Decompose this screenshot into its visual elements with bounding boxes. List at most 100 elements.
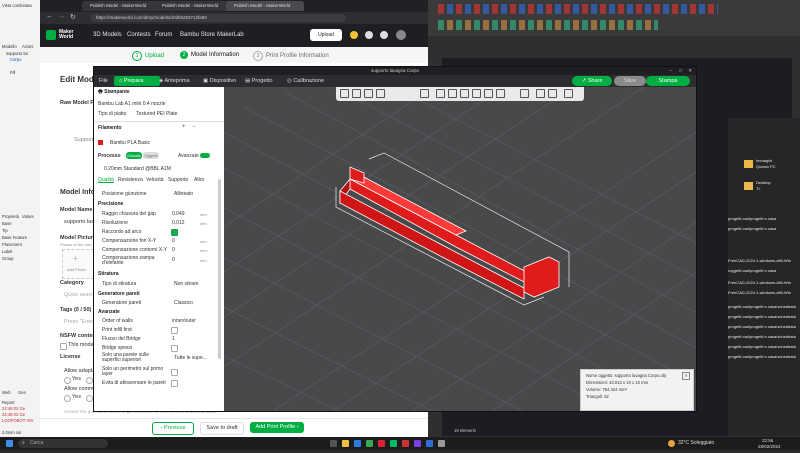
printer-select[interactable]: Bambu Lab A1 mini 0.4 nozzle [98, 101, 166, 107]
weather-icon[interactable] [668, 440, 675, 447]
single-wall-top-select[interactable]: Tutte le supe... [174, 355, 207, 361]
explorer-item[interactable]: progetti cad/progetti e.casa/scheddata [728, 354, 800, 362]
tab-preview[interactable]: ◈ Anteprima [154, 76, 195, 86]
forward-icon[interactable]: → [58, 13, 65, 20]
slice-button[interactable]: Slice [614, 76, 646, 86]
ironing-type-select[interactable]: Non stirare [174, 281, 198, 287]
explorer-item[interactable]: FreeCAD-2024.1-windows-x86-Win [728, 258, 800, 266]
close-icon[interactable]: ✕ [688, 67, 692, 75]
wall-generator-select[interactable]: Classico [174, 300, 193, 306]
rotate-icon[interactable] [448, 89, 457, 98]
tab-quality[interactable]: Qualità [98, 177, 114, 183]
explorer-item[interactable]: progetti cad/progetti e.casa [728, 226, 800, 234]
explorer-item[interactable]: TL [756, 186, 796, 194]
single-perimeter-checkbox[interactable] [171, 369, 178, 376]
explorer-item[interactable]: FreeCAD-2024.1-windows-x86-Win [728, 290, 800, 298]
explorer-item[interactable]: progetti cad/progetti e.casa/scheddata [728, 334, 800, 342]
model-name-field[interactable]: supporto las [64, 219, 94, 225]
category-search[interactable]: Quick search [64, 292, 96, 298]
app-icon[interactable] [378, 440, 385, 447]
seam-paint-icon[interactable] [536, 89, 545, 98]
messages-icon[interactable] [365, 31, 373, 39]
minimize-icon[interactable]: – [669, 67, 672, 75]
remove-filament-icon[interactable]: − [192, 124, 196, 130]
freecad-icon[interactable] [402, 440, 409, 447]
app-icon[interactable] [426, 440, 433, 447]
explorer-item[interactable]: progetti cad/progetti e.casa/scheddata [728, 344, 800, 352]
tab-device[interactable]: ▣ Dispositivo [198, 76, 241, 86]
cad-tree-item[interactable]: Fill [10, 70, 15, 75]
nav-contests[interactable]: Contests [127, 32, 151, 38]
text-icon[interactable] [548, 89, 557, 98]
thick-bridges-checkbox[interactable] [171, 345, 178, 352]
step-print-profile[interactable]: 3 Print Profile Information [253, 51, 329, 61]
nav-makerlab[interactable]: MakerLab [217, 32, 244, 38]
step-model-information[interactable]: 2 Model Information [180, 51, 239, 59]
measure-icon[interactable] [564, 89, 573, 98]
close-info-icon[interactable]: ✕ [682, 372, 690, 380]
build-plate-scene[interactable] [224, 87, 696, 411]
cut-icon[interactable] [484, 89, 493, 98]
explorer-item[interactable]: roggetti cad/progetti e.casa [728, 268, 800, 276]
tab-other[interactable]: Altro [194, 177, 204, 183]
add-filament-icon[interactable]: + [182, 124, 186, 130]
tags-input[interactable]: Press "Enter [64, 319, 95, 325]
hole-comp-input[interactable]: 0 [172, 238, 175, 244]
cad-tree-item[interactable]: Corpo [10, 57, 21, 62]
tab-support[interactable]: Supporto [168, 177, 188, 183]
app-icon[interactable] [414, 440, 421, 447]
cad-tree-item[interactable]: Azioni [22, 44, 33, 49]
reload-icon[interactable]: ↻ [70, 13, 76, 21]
plate-type-select[interactable]: Textured PEI Plate [136, 111, 177, 117]
print-button[interactable]: Stampa [646, 76, 690, 86]
bridge-flow-input[interactable]: 1 [172, 336, 175, 342]
cad-toolbar-icons[interactable] [438, 4, 718, 14]
add-photo-button[interactable]: + Add Photo [62, 249, 94, 279]
explorer-item[interactable]: progetti cad/progetti e.casa/scheddata [728, 324, 800, 332]
filament-select[interactable]: Bambu PLA Basic [110, 140, 150, 146]
add-print-profile-button[interactable]: Add Print Profile › [250, 422, 304, 433]
weather-text[interactable]: 32°C Soleggiato [678, 437, 714, 450]
advanced-toggle[interactable] [200, 153, 210, 158]
avoid-crossing-checkbox[interactable] [171, 380, 178, 387]
cad-report-tab[interactable]: Web [2, 390, 11, 395]
arrange-icon[interactable] [376, 89, 385, 98]
file-menu[interactable]: File [96, 76, 112, 86]
points-icon[interactable] [350, 31, 358, 39]
tab-speed[interactable]: Velocità [146, 177, 164, 183]
cad-report-tab[interactable]: Gen [18, 390, 26, 395]
tab-calibration[interactable]: ◎ Calibrazione [282, 76, 329, 86]
nsfw-checkbox[interactable] [60, 343, 67, 350]
tab-strength[interactable]: Resistenza [118, 177, 143, 183]
adapt-no-radio[interactable] [86, 377, 93, 384]
nav-bambu-store[interactable]: Bambu Store [180, 32, 215, 38]
contour-comp-input[interactable]: 0 [172, 247, 175, 253]
cad-tree-item[interactable]: Modello [2, 44, 17, 49]
explorer-item[interactable]: progetti cad/progetti e.casa/scheddata [728, 314, 800, 322]
browser-tab[interactable]: Publish Model - MakerWorld [226, 1, 304, 11]
infill-first-checkbox[interactable] [171, 327, 178, 334]
3d-build-plate-view[interactable]: Nome oggetto: supporto lavagna Corpo.obj… [224, 87, 696, 411]
cad-tree-item[interactable]: supporto bo [6, 51, 28, 56]
step-upload[interactable]: 1 Upload [132, 51, 164, 61]
maximize-icon[interactable]: □ [679, 67, 682, 75]
commercial-no-radio[interactable] [86, 395, 93, 402]
notifications-icon[interactable] [380, 31, 388, 39]
seam-select[interactable]: Allineato [174, 191, 193, 197]
tab-project[interactable]: ▤ Progetto [240, 76, 278, 86]
explorer-item[interactable]: progetti cad/progetti e.casa [728, 216, 800, 224]
elephant-foot-input[interactable]: 0 [172, 257, 175, 263]
split-objects-icon[interactable] [420, 89, 429, 98]
process-profile-select[interactable]: 0.20mm Standard @BBL A1M [104, 166, 171, 172]
chrome-icon[interactable] [366, 440, 373, 447]
url-field[interactable]: https://makerworld.com/it/my/models/draf… [90, 14, 346, 22]
add-object-icon[interactable] [340, 89, 349, 98]
previous-button[interactable]: ‹ Previous [152, 422, 194, 435]
support-paint-icon[interactable] [520, 89, 529, 98]
start-icon[interactable] [6, 440, 13, 447]
app-icon[interactable] [438, 440, 445, 447]
browser-tab[interactable]: Publish Model - MakerWorld [154, 1, 232, 11]
edge-icon[interactable] [354, 440, 361, 447]
nav-3d-models[interactable]: 3D Models [93, 32, 122, 38]
cad-toolbar-icons[interactable] [438, 20, 658, 30]
